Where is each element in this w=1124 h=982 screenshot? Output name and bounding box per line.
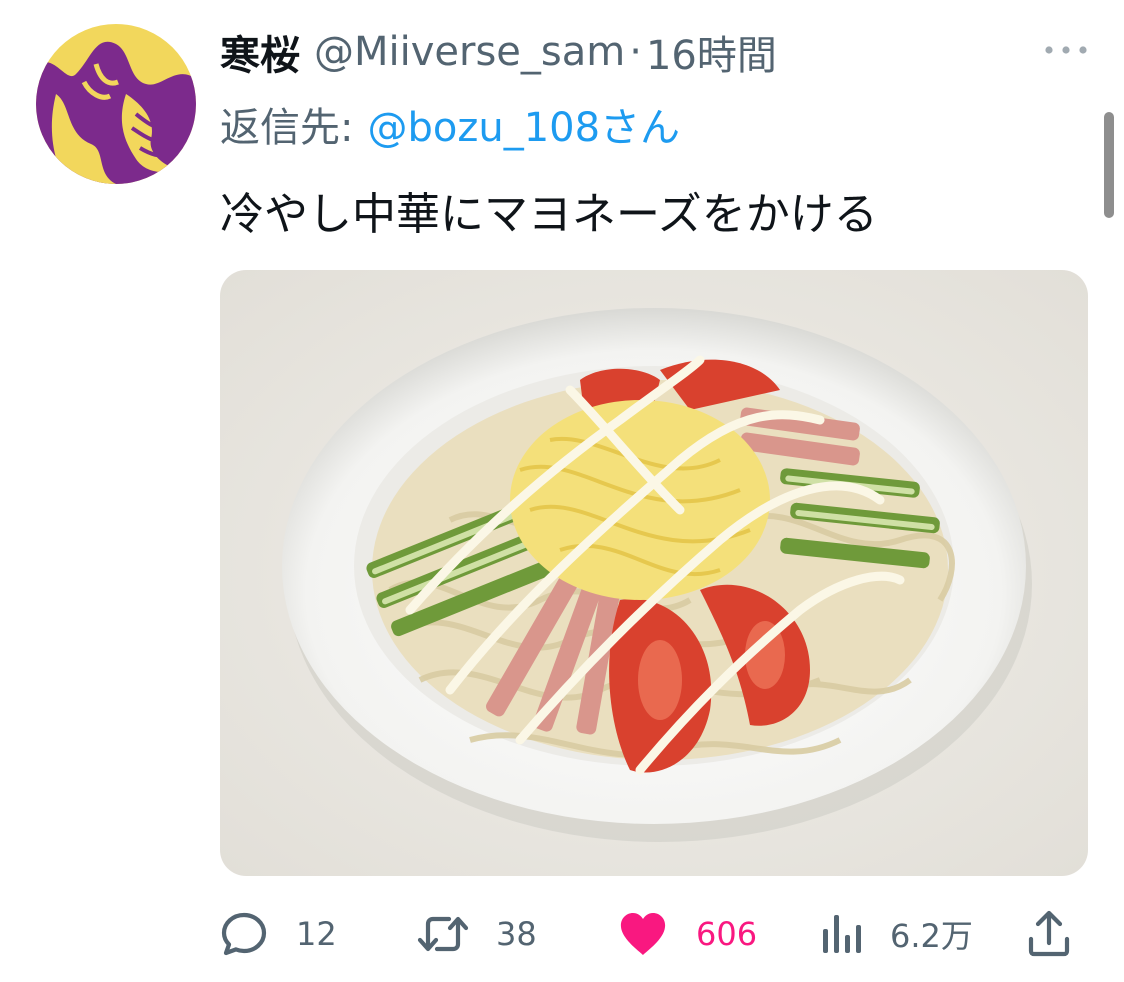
tweet-text: 冷やし中華にマヨネーズをかける [220, 189, 878, 240]
views-icon [823, 915, 861, 953]
reply-context: 返信先: @bozu_108さん [220, 96, 680, 152]
reply-count: 12 [296, 915, 337, 953]
avatar-illustration [36, 24, 196, 184]
tweet-actions: 12 38 606 6.2万 [218, 904, 1088, 964]
user-handle[interactable]: @Miiverse_sam [314, 29, 625, 75]
share-icon [1028, 910, 1070, 957]
tweet-header: 寒桜 @Miiverse_sam · 16時間 [220, 22, 777, 82]
more-icon [1045, 46, 1087, 54]
food-photo [220, 270, 1088, 876]
separator-dot: · [629, 29, 642, 75]
tweet-time[interactable]: 16時間 [646, 23, 777, 81]
heart-icon [620, 913, 666, 955]
like-button[interactable]: 606 [618, 904, 757, 964]
retweet-button[interactable]: 38 [416, 904, 537, 964]
retweet-icon [417, 916, 469, 952]
reply-button[interactable]: 12 [218, 904, 337, 964]
reply-target-link[interactable]: @bozu_108さん [367, 95, 680, 153]
tweet-image[interactable] [220, 270, 1088, 876]
more-button[interactable] [1036, 30, 1096, 70]
like-count: 606 [696, 915, 758, 953]
display-name[interactable]: 寒桜 [220, 23, 300, 81]
retweet-count: 38 [496, 915, 537, 953]
views-count: 6.2万 [890, 917, 973, 955]
avatar[interactable] [36, 24, 196, 184]
share-button[interactable] [1026, 904, 1072, 964]
views-button[interactable]: 6.2万 [820, 904, 973, 964]
scrollbar[interactable] [1104, 112, 1114, 218]
reply-prefix: 返信先: [220, 105, 354, 151]
tweet-page: 寒桜 @Miiverse_sam · 16時間 返信先: @bozu_108さん… [0, 0, 1124, 982]
reply-icon [221, 912, 267, 956]
